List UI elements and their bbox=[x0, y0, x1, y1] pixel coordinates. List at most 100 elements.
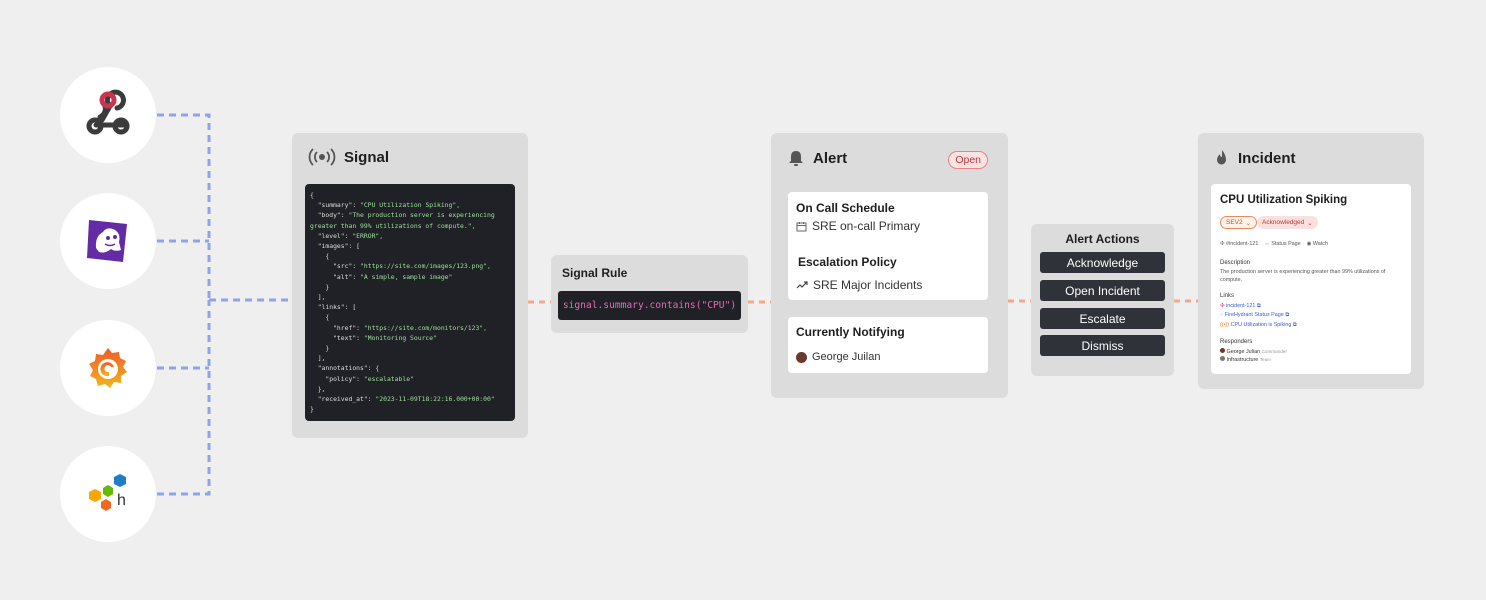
code-key: "level": bbox=[310, 231, 353, 240]
slack-icon: ✣ bbox=[1220, 303, 1225, 309]
broadcast-icon: ((•)) bbox=[1220, 321, 1230, 328]
external-link-icon: ⧉ bbox=[1285, 312, 1290, 319]
links-label: Links bbox=[1220, 293, 1235, 299]
on-call-row: SRE on-call Primary bbox=[796, 219, 920, 233]
code-key: { bbox=[310, 191, 314, 199]
acknowledge-button[interactable]: Acknowledge bbox=[1040, 252, 1165, 273]
code-key: } bbox=[310, 282, 330, 291]
team-icon bbox=[1220, 356, 1225, 362]
code-key: "links": [ bbox=[310, 303, 357, 312]
responder-role: Commander bbox=[1261, 349, 1287, 354]
avatar bbox=[1220, 348, 1225, 353]
code-line: "body": "The production server is experi… bbox=[310, 210, 511, 220]
code-line: "images": [ bbox=[310, 241, 511, 251]
incident-card: CPU Utilization Spiking SEV2 ⌄ Acknowled… bbox=[1211, 184, 1411, 374]
source-honeycomb: h bbox=[60, 446, 156, 542]
code-line: } bbox=[310, 282, 511, 292]
description-label: Description bbox=[1220, 260, 1251, 266]
notifying-value: George Juilan bbox=[812, 351, 881, 363]
honeycomb-connector bbox=[157, 300, 211, 496]
code-line: { bbox=[310, 251, 511, 261]
escalation-value: SRE Major Incidents bbox=[813, 278, 923, 292]
code-line: "level": "ERROR", bbox=[310, 231, 511, 241]
source-connectors bbox=[157, 113, 302, 496]
code-key: { bbox=[310, 313, 330, 322]
code-key: "received_at": bbox=[310, 395, 376, 404]
code-key: { bbox=[310, 252, 330, 261]
calendar-icon bbox=[796, 221, 807, 231]
bell-icon bbox=[789, 151, 803, 166]
status-page-link[interactable]: ⇔ Status Page bbox=[1264, 241, 1300, 247]
code-key: "alt": bbox=[310, 272, 361, 281]
channel-link[interactable]: ✣ #incident-121 bbox=[1220, 241, 1258, 247]
responder-item: Infrastructure Team bbox=[1220, 356, 1287, 364]
severity-label: SEV2 bbox=[1226, 219, 1243, 226]
chevron-down-icon: ⌄ bbox=[1245, 219, 1252, 227]
link-label: FireHydrant Status Page bbox=[1224, 312, 1284, 319]
code-key: ], bbox=[310, 354, 326, 363]
grafana-icon bbox=[89, 348, 127, 388]
signal-rule-expression: signal.summary.contains("CPU") bbox=[558, 291, 741, 320]
alert-routing-card: On Call Schedule SRE on-call Primary Esc… bbox=[788, 192, 988, 300]
chevron-down-icon: ⌄ bbox=[1307, 219, 1313, 227]
responders-label: Responders bbox=[1220, 339, 1253, 345]
status-label: Acknowledged bbox=[1262, 219, 1305, 226]
code-key: "annotations": { bbox=[310, 364, 380, 373]
code-line: ], bbox=[310, 353, 511, 363]
incident-title: Incident bbox=[1238, 149, 1296, 167]
code-line: "received_at": "2023-11-09T18:22:16.000+… bbox=[310, 394, 511, 404]
code-value: "https://site.com/images/123.png", bbox=[360, 262, 491, 271]
code-line: } bbox=[310, 343, 511, 353]
on-call-value: SRE on-call Primary bbox=[812, 219, 921, 233]
code-line: "src": "https://site.com/images/123.png"… bbox=[310, 261, 511, 271]
watch-link[interactable]: ◉ Watch bbox=[1307, 241, 1328, 247]
code-value: "CPU Utilization Spiking", bbox=[360, 201, 461, 210]
escalate-button[interactable]: Escalate bbox=[1040, 308, 1165, 329]
code-line: "policy": "escalatable" bbox=[310, 374, 511, 384]
dismiss-button[interactable]: Dismiss bbox=[1040, 335, 1165, 356]
external-link-icon: ⧉ bbox=[1256, 303, 1261, 309]
svg-text:h: h bbox=[117, 492, 126, 509]
signal-panel: Signal { "summary": "CPU Utilization Spi… bbox=[292, 133, 528, 438]
on-call-heading: On Call Schedule bbox=[796, 201, 895, 215]
notifying-row: George Juilan bbox=[796, 351, 881, 363]
code-key: "text": bbox=[310, 333, 364, 342]
code-line: "alt": "A simple, sample image" bbox=[310, 272, 511, 282]
link-item-channel[interactable]: ✣ incident-121 ⧉ bbox=[1220, 302, 1297, 311]
severity-pill[interactable]: SEV2 ⌄ bbox=[1220, 216, 1258, 229]
code-value: greater than 99% utilizations of compute… bbox=[310, 221, 476, 230]
responder-name: Infrastructure bbox=[1226, 357, 1259, 364]
code-line: "href": "https://site.com/monitors/123", bbox=[310, 323, 511, 333]
status-page-icon: ⇔ bbox=[1264, 241, 1270, 247]
code-key: "images": [ bbox=[310, 242, 361, 251]
firehydrant-icon: ◌ bbox=[1220, 312, 1224, 319]
notifying-heading: Currently Notifying bbox=[796, 325, 905, 339]
incident-header: Incident bbox=[1214, 149, 1296, 167]
alert-status-badge: Open bbox=[948, 151, 988, 169]
open-incident-button[interactable]: Open Incident bbox=[1040, 280, 1165, 301]
link-item-monitor[interactable]: ((•)) CPU Utilization is Spiking ⧉ bbox=[1220, 321, 1297, 330]
alert-actions-panel: Alert Actions Acknowledge Open Incident … bbox=[1031, 224, 1174, 376]
status-pill[interactable]: Acknowledged ⌄ bbox=[1257, 216, 1318, 229]
code-value: "escalatable" bbox=[363, 374, 414, 383]
status-page-label: Status Page bbox=[1271, 241, 1301, 247]
code-key: }, bbox=[310, 384, 326, 393]
code-key: } bbox=[310, 344, 330, 353]
avatar bbox=[796, 351, 807, 363]
alert-header: Alert bbox=[787, 149, 847, 167]
incident-name: CPU Utilization Spiking bbox=[1220, 194, 1348, 206]
code-line: "links": [ bbox=[310, 302, 511, 312]
webhook-connector bbox=[157, 113, 211, 300]
watch-label: Watch bbox=[1312, 241, 1328, 247]
eye-icon: ◉ bbox=[1306, 241, 1312, 247]
link-label: CPU Utilization is Spiking bbox=[1230, 321, 1292, 328]
signal-payload-code: { "summary": "CPU Utilization Spiking", … bbox=[305, 184, 515, 421]
trend-up-icon bbox=[796, 281, 808, 289]
code-key: "href": bbox=[310, 323, 364, 332]
code-line: }, bbox=[310, 384, 511, 394]
slack-icon: ✣ bbox=[1220, 241, 1225, 247]
links-list: ✣ incident-121 ⧉ ◌ FireHydrant Status Pa… bbox=[1220, 302, 1297, 330]
code-value: "ERROR", bbox=[352, 231, 384, 240]
link-item-status-page[interactable]: ◌ FireHydrant Status Page ⧉ bbox=[1220, 311, 1297, 320]
alert-panel: Alert Open On Call Schedule SRE on-call … bbox=[771, 133, 1008, 398]
